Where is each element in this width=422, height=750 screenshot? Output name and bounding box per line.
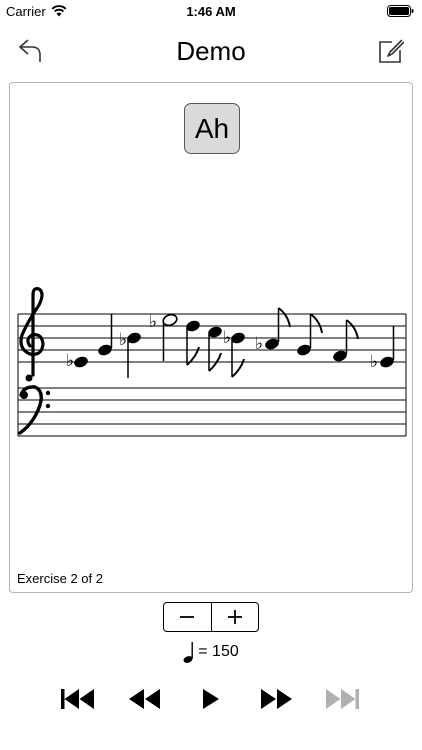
play-icon: [203, 689, 219, 709]
rewind-button[interactable]: [125, 683, 165, 715]
tempo-display: = 150: [0, 640, 422, 664]
page-title: Demo: [176, 36, 246, 66]
plus-icon: [227, 610, 242, 624]
syllable-badge[interactable]: Ah: [184, 103, 240, 154]
tempo-value: = 150: [198, 643, 239, 660]
note-2: [98, 314, 113, 356]
note-3: ♭: [119, 330, 141, 378]
note-6: [208, 326, 222, 372]
svg-text:♭: ♭: [370, 352, 378, 372]
tempo-decrease-button[interactable]: [164, 603, 211, 631]
tempo-increase-button[interactable]: [210, 603, 259, 631]
navigation-bar: Demo: [0, 22, 422, 80]
note-5: [186, 320, 200, 366]
battery-icon: [387, 5, 414, 17]
status-time: 1:46 AM: [186, 4, 236, 19]
quarter-note-icon: [183, 642, 194, 663]
music-score: ♭ ♭ ♭ ♭ ♭ ♭: [17, 287, 407, 437]
note-8: ♭: [255, 307, 291, 354]
fast-forward-button[interactable]: [256, 683, 296, 715]
skip-to-end-button[interactable]: [322, 683, 362, 715]
skip-to-start-button[interactable]: [58, 683, 98, 715]
play-button[interactable]: [190, 683, 230, 715]
svg-text:♭: ♭: [66, 351, 74, 371]
treble-clef-icon: [19, 287, 45, 382]
bass-staff: [18, 387, 406, 437]
skip-to-end-icon: [326, 689, 359, 709]
svg-text:♭: ♭: [255, 334, 263, 354]
exercise-counter: Exercise 2 of 2: [17, 571, 103, 586]
svg-text:♭: ♭: [149, 312, 157, 332]
status-bar: Carrier 1:46 AM: [0, 0, 422, 22]
transport-controls: [0, 683, 422, 715]
note-9: [297, 313, 323, 356]
tempo-stepper: [163, 602, 259, 632]
svg-text:♭: ♭: [119, 330, 127, 350]
note-4: ♭: [149, 312, 178, 361]
bass-clef-icon: [18, 385, 51, 435]
note-7: ♭: [223, 328, 245, 378]
compose-icon[interactable]: [378, 38, 404, 64]
note-1: ♭: [66, 351, 88, 371]
fast-forward-icon: [261, 689, 292, 709]
svg-text:♭: ♭: [223, 328, 231, 348]
note-11: ♭: [370, 326, 395, 372]
rewind-icon: [129, 689, 160, 709]
minus-icon: [180, 616, 195, 618]
skip-to-start-icon: [61, 689, 94, 709]
exercise-card: Ah ♭ ♭ ♭ ♭ ♭ ♭ Exercise 2 of 2: [9, 82, 413, 593]
